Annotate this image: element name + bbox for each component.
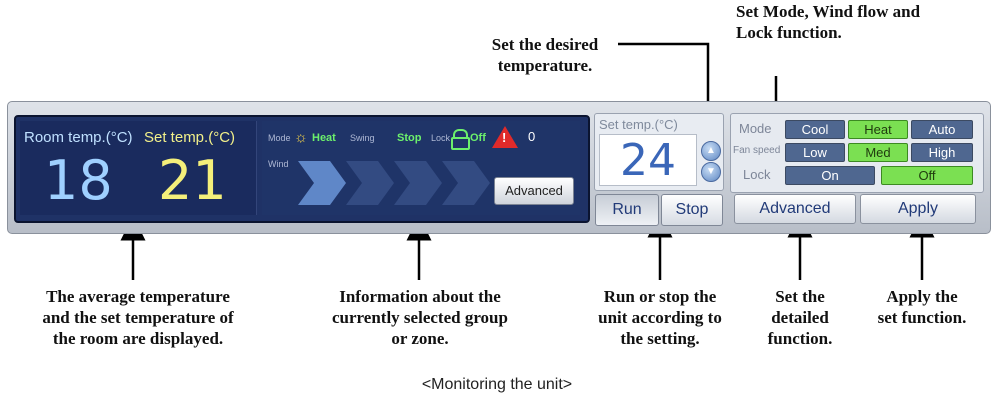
- status-mode-label: Mode: [268, 133, 291, 143]
- annotation-set-mode: Set Mode, Wind flow and Lock function.: [736, 2, 921, 42]
- temperature-display: Room temp.(°C) Set temp.(°C) 18 21: [20, 121, 257, 215]
- lock-off-button[interactable]: Off: [881, 166, 973, 185]
- set-temp-panel-label: Set temp.(°C): [599, 117, 678, 132]
- fan-low-button[interactable]: Low: [785, 143, 845, 162]
- status-lock-label: Lock: [431, 133, 451, 143]
- fan-med-button[interactable]: Med: [848, 143, 908, 162]
- sun-icon: ☼: [294, 129, 308, 146]
- mode-row-label: Mode: [739, 121, 772, 136]
- status-swing-label: Swing: [350, 133, 375, 143]
- lock-on-button[interactable]: On: [785, 166, 875, 185]
- status-mode-value: Heat: [312, 132, 336, 144]
- apply-button[interactable]: Apply: [860, 194, 976, 224]
- fan-high-button[interactable]: High: [911, 143, 973, 162]
- set-temp-value: 21: [158, 149, 227, 212]
- room-temp-value: 18: [44, 149, 113, 212]
- alarm-count: 0: [528, 129, 536, 144]
- alarm-exclamation-icon: !: [502, 130, 507, 145]
- annotation-apply-function: Apply the set function.: [877, 287, 967, 327]
- set-temp-panel-value: 24: [620, 135, 676, 186]
- function-control-panel: Mode Cool Heat Auto Fan speed Low Med Hi…: [730, 113, 984, 193]
- run-button[interactable]: Run: [595, 194, 659, 226]
- room-temp-label: Room temp.(°C): [24, 129, 133, 146]
- figure-caption: <Monitoring the unit>: [421, 376, 573, 393]
- set-temp-label: Set temp.(°C): [144, 129, 236, 146]
- padlock-body-icon: [451, 137, 470, 150]
- set-temp-field: 24: [599, 134, 697, 186]
- temp-up-button[interactable]: ▲: [701, 141, 721, 161]
- annotation-information: Information about the currently selected…: [332, 287, 508, 348]
- wind-label: Wind: [268, 159, 289, 169]
- set-temperature-panel: Set temp.(°C) 24 ▲ ▼: [594, 113, 724, 191]
- stop-button[interactable]: Stop: [661, 194, 723, 226]
- temp-down-button[interactable]: ▼: [701, 162, 721, 182]
- annotation-set-desired-temp: Set the desired temperature.: [491, 35, 599, 75]
- status-lock-value: Off: [470, 132, 486, 144]
- status-swing-value: Stop: [397, 132, 422, 144]
- mode-heat-button[interactable]: Heat: [848, 120, 908, 139]
- annotation-run-stop: Run or stop the unit according to the se…: [598, 287, 722, 348]
- status-advanced-button[interactable]: Advanced: [494, 177, 574, 205]
- wind-flow-indicator: [298, 161, 490, 205]
- advanced-button[interactable]: Advanced: [734, 194, 856, 224]
- unit-info-panel: Room temp.(°C) Set temp.(°C) 18 21 Mode …: [14, 115, 590, 223]
- annotation-set-detailed: Set the detailed function.: [767, 287, 833, 348]
- status-display: Mode ☼ Heat Swing Stop Lock Off ! 0 Wind…: [262, 121, 580, 215]
- mode-cool-button[interactable]: Cool: [785, 120, 845, 139]
- mode-auto-button[interactable]: Auto: [911, 120, 973, 139]
- fan-speed-row-label: Fan speed: [733, 145, 781, 156]
- lock-row-label: Lock: [743, 167, 771, 182]
- annotation-average-temp: The average temperature and the set temp…: [42, 287, 234, 348]
